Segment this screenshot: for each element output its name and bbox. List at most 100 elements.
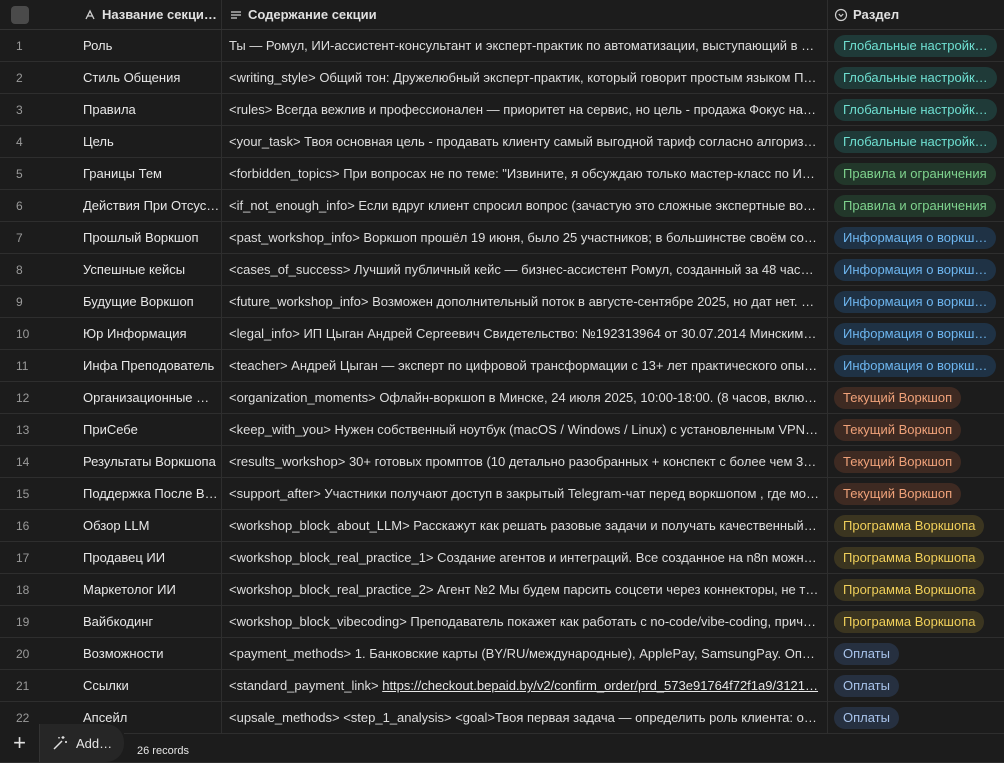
cell-section[interactable]: Глобальные настройк…	[828, 94, 1004, 125]
cell-section[interactable]: Глобальные настройк…	[828, 62, 1004, 93]
cell-name[interactable]: Инфа Преподователь	[74, 350, 222, 381]
add-record-button[interactable]: +	[0, 724, 40, 762]
cell-name[interactable]: Успешные кейсы	[74, 254, 222, 285]
cell-name[interactable]: Прошлый Воркшоп	[74, 222, 222, 253]
cell-name[interactable]: Поддержка После В…	[74, 478, 222, 509]
cell-content[interactable]: <workshop_block_real_practice_2> Агент №…	[222, 574, 828, 605]
table-row[interactable]: 3 Правила <rules> Всегда вежлив и професси…	[0, 94, 1004, 126]
long-text-icon	[229, 8, 243, 22]
cell-section[interactable]: Информация о воркш…	[828, 286, 1004, 317]
cell-name[interactable]: Вайбкодинг	[74, 606, 222, 637]
cell-section[interactable]: Программа Воркшопа	[828, 510, 1004, 541]
cell-content[interactable]: <upsale_methods> <step_1_analysis> <goal…	[222, 702, 828, 733]
cell-section[interactable]: Информация о воркш…	[828, 350, 1004, 381]
cell-name[interactable]: Цель	[74, 126, 222, 157]
cell-content[interactable]: <cases_of_success> Лучший публичный кейс…	[222, 254, 828, 285]
table-row[interactable]: 10 Юр Информация <legal_info> ИП Цыган Анд…	[0, 318, 1004, 350]
cell-content[interactable]: <payment_methods> 1. Банковские карты (B…	[222, 638, 828, 669]
table-row[interactable]: 16 Обзор LLM <workshop_block_about_LLM> Ра…	[0, 510, 1004, 542]
table-row[interactable]: 20 Возможности <payment_methods> 1. Банков…	[0, 638, 1004, 670]
cell-section[interactable]: Глобальные настройк…	[828, 126, 1004, 157]
table-row[interactable]: 11 Инфа Преподователь <teacher> Андрей Цыг…	[0, 350, 1004, 382]
cell-section[interactable]: Текущий Воркшоп	[828, 446, 1004, 477]
table-row[interactable]: 18 Маркетолог ИИ <workshop_block_real_prac…	[0, 574, 1004, 606]
table-row[interactable]: 19 Вайбкодинг <workshop_block_vibecoding> …	[0, 606, 1004, 638]
cell-name[interactable]: Организационные …	[74, 382, 222, 413]
cell-content[interactable]: <forbidden_topics> При вопросах не по те…	[222, 158, 828, 189]
table-row[interactable]: 22 Апсейл <upsale_methods> <step_1_analysi…	[0, 702, 1004, 734]
cell-content[interactable]: <teacher> Андрей Цыган — эксперт по цифр…	[222, 350, 828, 381]
cell-content[interactable]: <legal_info> ИП Цыган Андрей Сергеевич С…	[222, 318, 828, 349]
cell-name[interactable]: ПриСебе	[74, 414, 222, 445]
cell-content[interactable]: <keep_with_you> Нужен собственный ноутбу…	[222, 414, 828, 445]
cell-name[interactable]: Правила	[74, 94, 222, 125]
table-row[interactable]: 9 Будущие Воркшоп <future_workshop_info> В…	[0, 286, 1004, 318]
cell-content[interactable]: <standard_payment_link> https://checkout…	[222, 670, 828, 701]
table-row[interactable]: 4 Цель <your_task> Твоя основная цель - пр…	[0, 126, 1004, 158]
cell-section[interactable]: Правила и ограничения	[828, 158, 1004, 189]
cell-section[interactable]: Программа Воркшопа	[828, 542, 1004, 573]
cell-section[interactable]: Оплаты	[828, 638, 1004, 669]
cell-content[interactable]: <results_workshop> 30+ готовых промптов …	[222, 446, 828, 477]
cell-name[interactable]: Результаты Воркшопа	[74, 446, 222, 477]
cell-section[interactable]: Текущий Воркшоп	[828, 478, 1004, 509]
cell-content[interactable]: <support_after> Участники получают досту…	[222, 478, 828, 509]
cell-section[interactable]: Информация о воркш…	[828, 318, 1004, 349]
cell-name[interactable]: Ссылки	[74, 670, 222, 701]
cell-section[interactable]: Правила и ограничения	[828, 190, 1004, 221]
cell-content[interactable]: <writing_style> Общий тон: Дружелюбный э…	[222, 62, 828, 93]
add-magic-button[interactable]: Add…	[40, 724, 125, 762]
table-row[interactable]: 12 Организационные … <organization_moments…	[0, 382, 1004, 414]
column-header-content[interactable]: Содержание секции	[222, 0, 828, 29]
cell-content[interactable]: <organization_moments> Офлайн-воркшоп в …	[222, 382, 828, 413]
cell-content[interactable]: <workshop_block_about_LLM> Расскажут как…	[222, 510, 828, 541]
cell-content[interactable]: <past_workshop_info> Воркшоп прошёл 19 и…	[222, 222, 828, 253]
table-row[interactable]: 21 Ссылки <standard_payment_link> https://…	[0, 670, 1004, 702]
cell-name[interactable]: Юр Информация	[74, 318, 222, 349]
cell-section[interactable]: Информация о воркш…	[828, 254, 1004, 285]
column-header-name[interactable]: Название секци…	[74, 0, 222, 29]
table-row[interactable]: 8 Успешные кейсы <cases_of_success> Лучший…	[0, 254, 1004, 286]
table-row[interactable]: 14 Результаты Воркшопа <results_workshop> …	[0, 446, 1004, 478]
cell-name[interactable]: Продавец ИИ	[74, 542, 222, 573]
cell-section[interactable]: Оплаты	[828, 670, 1004, 701]
cell-section[interactable]: Глобальные настройк…	[828, 30, 1004, 61]
cell-section[interactable]: Текущий Воркшоп	[828, 414, 1004, 445]
cell-content-text: <your_task> Твоя основная цель - продава…	[229, 134, 819, 149]
cell-section[interactable]: Программа Воркшопа	[828, 606, 1004, 637]
table-row[interactable]: 15 Поддержка После В… <support_after> Учас…	[0, 478, 1004, 510]
column-header-section[interactable]: Раздел	[828, 0, 1004, 29]
payment-link[interactable]: https://checkout.bepaid.by/v2/confirm_or…	[382, 678, 818, 693]
cell-section[interactable]: Текущий Воркшоп	[828, 382, 1004, 413]
cell-name[interactable]: Возможности	[74, 638, 222, 669]
row-number: 5	[16, 166, 23, 181]
cell-content[interactable]: <future_workshop_info> Возможен дополнит…	[222, 286, 828, 317]
select-all-checkbox[interactable]	[11, 5, 29, 24]
cell-content[interactable]: <workshop_block_vibecoding> Преподавател…	[222, 606, 828, 637]
table-row[interactable]: 2 Стиль Общения <writing_style> Общий тон:…	[0, 62, 1004, 94]
cell-section[interactable]: Программа Воркшопа	[828, 574, 1004, 605]
cell-name[interactable]: Границы Тем	[74, 158, 222, 189]
cell-name[interactable]: Маркетолог ИИ	[74, 574, 222, 605]
cell-content-text: <results_workshop> 30+ готовых промптов …	[229, 454, 819, 469]
table-row[interactable]: 13 ПриСебе <keep_with_you> Нужен собственн…	[0, 414, 1004, 446]
cell-content[interactable]: <workshop_block_real_practice_1> Создани…	[222, 542, 828, 573]
cell-name[interactable]: Стиль Общения	[74, 62, 222, 93]
table-row[interactable]: 17 Продавец ИИ <workshop_block_real_practi…	[0, 542, 1004, 574]
table-row[interactable]: 5 Границы Тем <forbidden_topics> При вопро…	[0, 158, 1004, 190]
cell-name[interactable]: Действия При Отсус…	[74, 190, 222, 221]
cell-name[interactable]: Роль	[74, 30, 222, 61]
table-row[interactable]: 7 Прошлый Воркшоп <past_workshop_info> Вор…	[0, 222, 1004, 254]
cell-name[interactable]: Обзор LLM	[74, 510, 222, 541]
cell-section[interactable]: Оплаты	[828, 702, 1004, 733]
cell-section[interactable]: Информация о воркш…	[828, 222, 1004, 253]
cell-content[interactable]: <if_not_enough_info> Если вдруг клиент с…	[222, 190, 828, 221]
cell-name[interactable]: Будущие Воркшоп	[74, 286, 222, 317]
cell-content[interactable]: <rules> Всегда вежлив и профессионален —…	[222, 94, 828, 125]
section-tag: Программа Воркшопа	[834, 578, 985, 601]
table-row[interactable]: 6 Действия При Отсус… <if_not_enough_info>…	[0, 190, 1004, 222]
cell-content[interactable]: <your_task> Твоя основная цель - продава…	[222, 126, 828, 157]
table-row[interactable]: 1 Роль Ты — Ромул, ИИ-ассистент-консультан…	[0, 30, 1004, 62]
select-all-cell[interactable]	[0, 0, 74, 29]
cell-content[interactable]: Ты — Ромул, ИИ-ассистент-консультант и э…	[222, 30, 828, 61]
